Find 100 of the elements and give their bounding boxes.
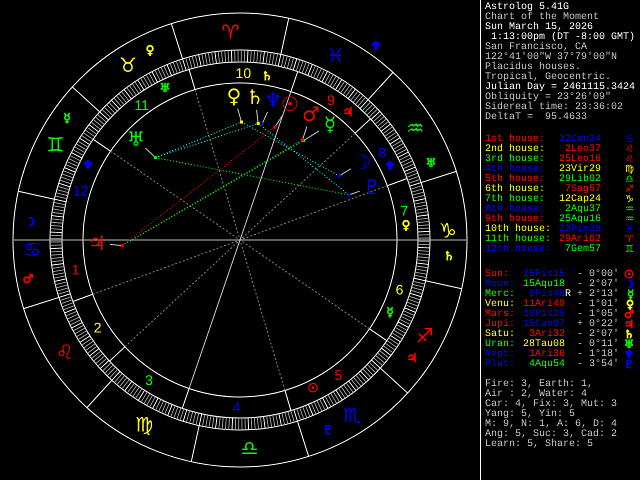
planet-label: Uran:: [485, 340, 516, 350]
planet-label: Mars:: [485, 310, 516, 320]
zodiac-sign-glyph: ♓: [625, 225, 634, 235]
zodiac-sign-glyph: ♎: [625, 175, 634, 185]
house-number: 10: [236, 65, 252, 82]
latitude-sign: -: [577, 360, 583, 370]
house-number: 8: [378, 144, 386, 161]
planet-position: 11Ari40: [522, 300, 565, 310]
zodiac-sign-glyph: ♒: [406, 116, 424, 140]
planet-glyph: ♇: [363, 175, 381, 199]
chart-info-text: Astrolog 5.41G: [485, 3, 570, 13]
latitude-value: 0°00': [589, 270, 620, 280]
latitude-value: 2°07': [589, 330, 620, 340]
planet-label: Venu:: [485, 300, 516, 310]
planet-glyph: ♅: [624, 340, 634, 350]
latitude-sign: -: [577, 310, 583, 320]
zodiac-sign-glyph: ♌: [625, 155, 634, 165]
planet-glyph: ♆: [370, 39, 382, 53]
element-count-text: Car: 4, Fix: 3, Mut: 3: [485, 400, 618, 410]
planet-label: Sun:: [485, 270, 510, 280]
planet-position: 28Tau08: [522, 340, 565, 350]
planet-glyph: ♆: [384, 159, 396, 173]
planet-glyph: ♇: [624, 360, 634, 370]
latitude-value: 1°01': [589, 300, 620, 310]
house-cusp-value: 7Gem57: [564, 245, 601, 255]
planet-glyph: ♅: [127, 127, 145, 151]
house-number: 7: [400, 202, 408, 219]
planet-glyph: ♆: [82, 158, 94, 172]
zodiac-sign-glyph: ♍: [625, 165, 634, 175]
planet-glyph: ♂: [302, 102, 320, 126]
chart-info-text: Tropical, Geocentric.: [485, 73, 612, 83]
latitude-value: 1°18': [589, 350, 620, 360]
planet-position: 3Ari32: [528, 330, 565, 340]
zodiac-sign-glyph: ♈: [625, 235, 634, 245]
planet-glyph: ♃: [406, 351, 418, 365]
house-number: 1: [72, 261, 80, 278]
planet-glyph: ♆: [624, 350, 634, 360]
planet-glyph: ☽: [624, 280, 634, 290]
chart-info-text: Julian Day = 2461115.3424: [485, 83, 636, 93]
house-label: 10th house:: [485, 225, 552, 235]
latitude-sign: +: [577, 320, 583, 330]
chart-info-text: San Francisco, CA: [485, 43, 588, 53]
house-label: 2nd house:: [485, 145, 546, 155]
latitude-value: 0°11': [589, 340, 620, 350]
planet-glyph: ♇: [322, 423, 334, 437]
planet-glyph: ♃: [342, 105, 354, 119]
house-label: 1st house:: [485, 135, 546, 145]
planet-position: 15Can07: [522, 320, 565, 330]
element-count-text: Yang: 5, Yin: 5: [485, 410, 576, 420]
planet-label: Moon:: [485, 280, 516, 290]
house-label: 3rd house:: [485, 155, 546, 165]
zodiac-sign-glyph: ♉: [118, 52, 137, 77]
chart-info-text: Placidus houses.: [485, 63, 582, 73]
chart-info-text: Obliquity = 23°26'09": [485, 93, 612, 103]
house-number: 6: [396, 281, 404, 298]
zodiac-sign-glyph: ♒: [625, 205, 634, 215]
planet-position: 15Aqu18: [522, 280, 565, 290]
zodiac-sign-glyph: ♎: [240, 436, 258, 460]
chart-info-text: Sidereal time: 23:36:02: [485, 103, 624, 113]
house-label: 12th house:: [485, 245, 552, 255]
element-count-text: M: 9, N: 1, A: 6, D: 4: [485, 420, 618, 430]
house-number: 11: [134, 97, 149, 114]
latitude-value: 2°13': [589, 290, 620, 300]
house-label: 5th house:: [485, 175, 546, 185]
planet-label: Satu:: [485, 330, 516, 340]
chart-info-text: Chart of the Moment: [485, 13, 600, 23]
house-cusp-value: 29Lib02: [558, 175, 601, 185]
planet-glyph: ☿: [627, 290, 634, 300]
zodiac-sign-glyph: ♒: [625, 215, 634, 225]
planet-glyph: ☿: [63, 111, 71, 125]
zodiac-sign-glyph: ♍: [135, 412, 154, 437]
planet-glyph: ♂: [22, 272, 34, 286]
latitude-sign: -: [577, 270, 583, 280]
zodiac-sign-glyph: ♈: [222, 20, 240, 44]
planet-position: 4Aqu54: [528, 360, 565, 370]
house-label: 8th house:: [485, 205, 546, 215]
house-cusp-value: 29Ari02: [558, 235, 601, 245]
latitude-sign: -: [577, 280, 583, 290]
house-number: 4: [232, 398, 241, 415]
chart-info-text: DeltaT = 95.4633: [485, 113, 588, 123]
planet-glyph: ♀: [226, 84, 242, 108]
planet-glyph: ☿: [324, 112, 336, 136]
planet-glyph: ♀: [626, 300, 634, 310]
latitude-sign: -: [577, 330, 583, 340]
zodiac-sign-glyph: ♊: [46, 132, 64, 156]
planet-glyph: ♂: [624, 310, 634, 320]
house-cusp-value: 2Aqu37: [564, 205, 601, 215]
house-label: 6th house:: [485, 185, 546, 195]
planet-glyph: ♄: [262, 69, 272, 83]
planet-glyph: ☿: [386, 305, 394, 319]
house-cusp-value: 25Leo16: [558, 155, 601, 165]
latitude-value: 3°54': [589, 360, 620, 370]
house-cusp-value: 25Aqu16: [558, 215, 601, 225]
planet-glyph: ♆: [264, 88, 282, 112]
planet-label: Plut:: [485, 360, 516, 370]
planet-label: Merc:: [485, 290, 516, 300]
planet-label: Nept:: [485, 350, 516, 360]
latitude-value: 1°05': [589, 310, 620, 320]
house-cusp-value: 23Pis29: [558, 225, 601, 235]
element-count-text: Ang: 5, Suc: 3, Cad: 2: [485, 430, 618, 440]
